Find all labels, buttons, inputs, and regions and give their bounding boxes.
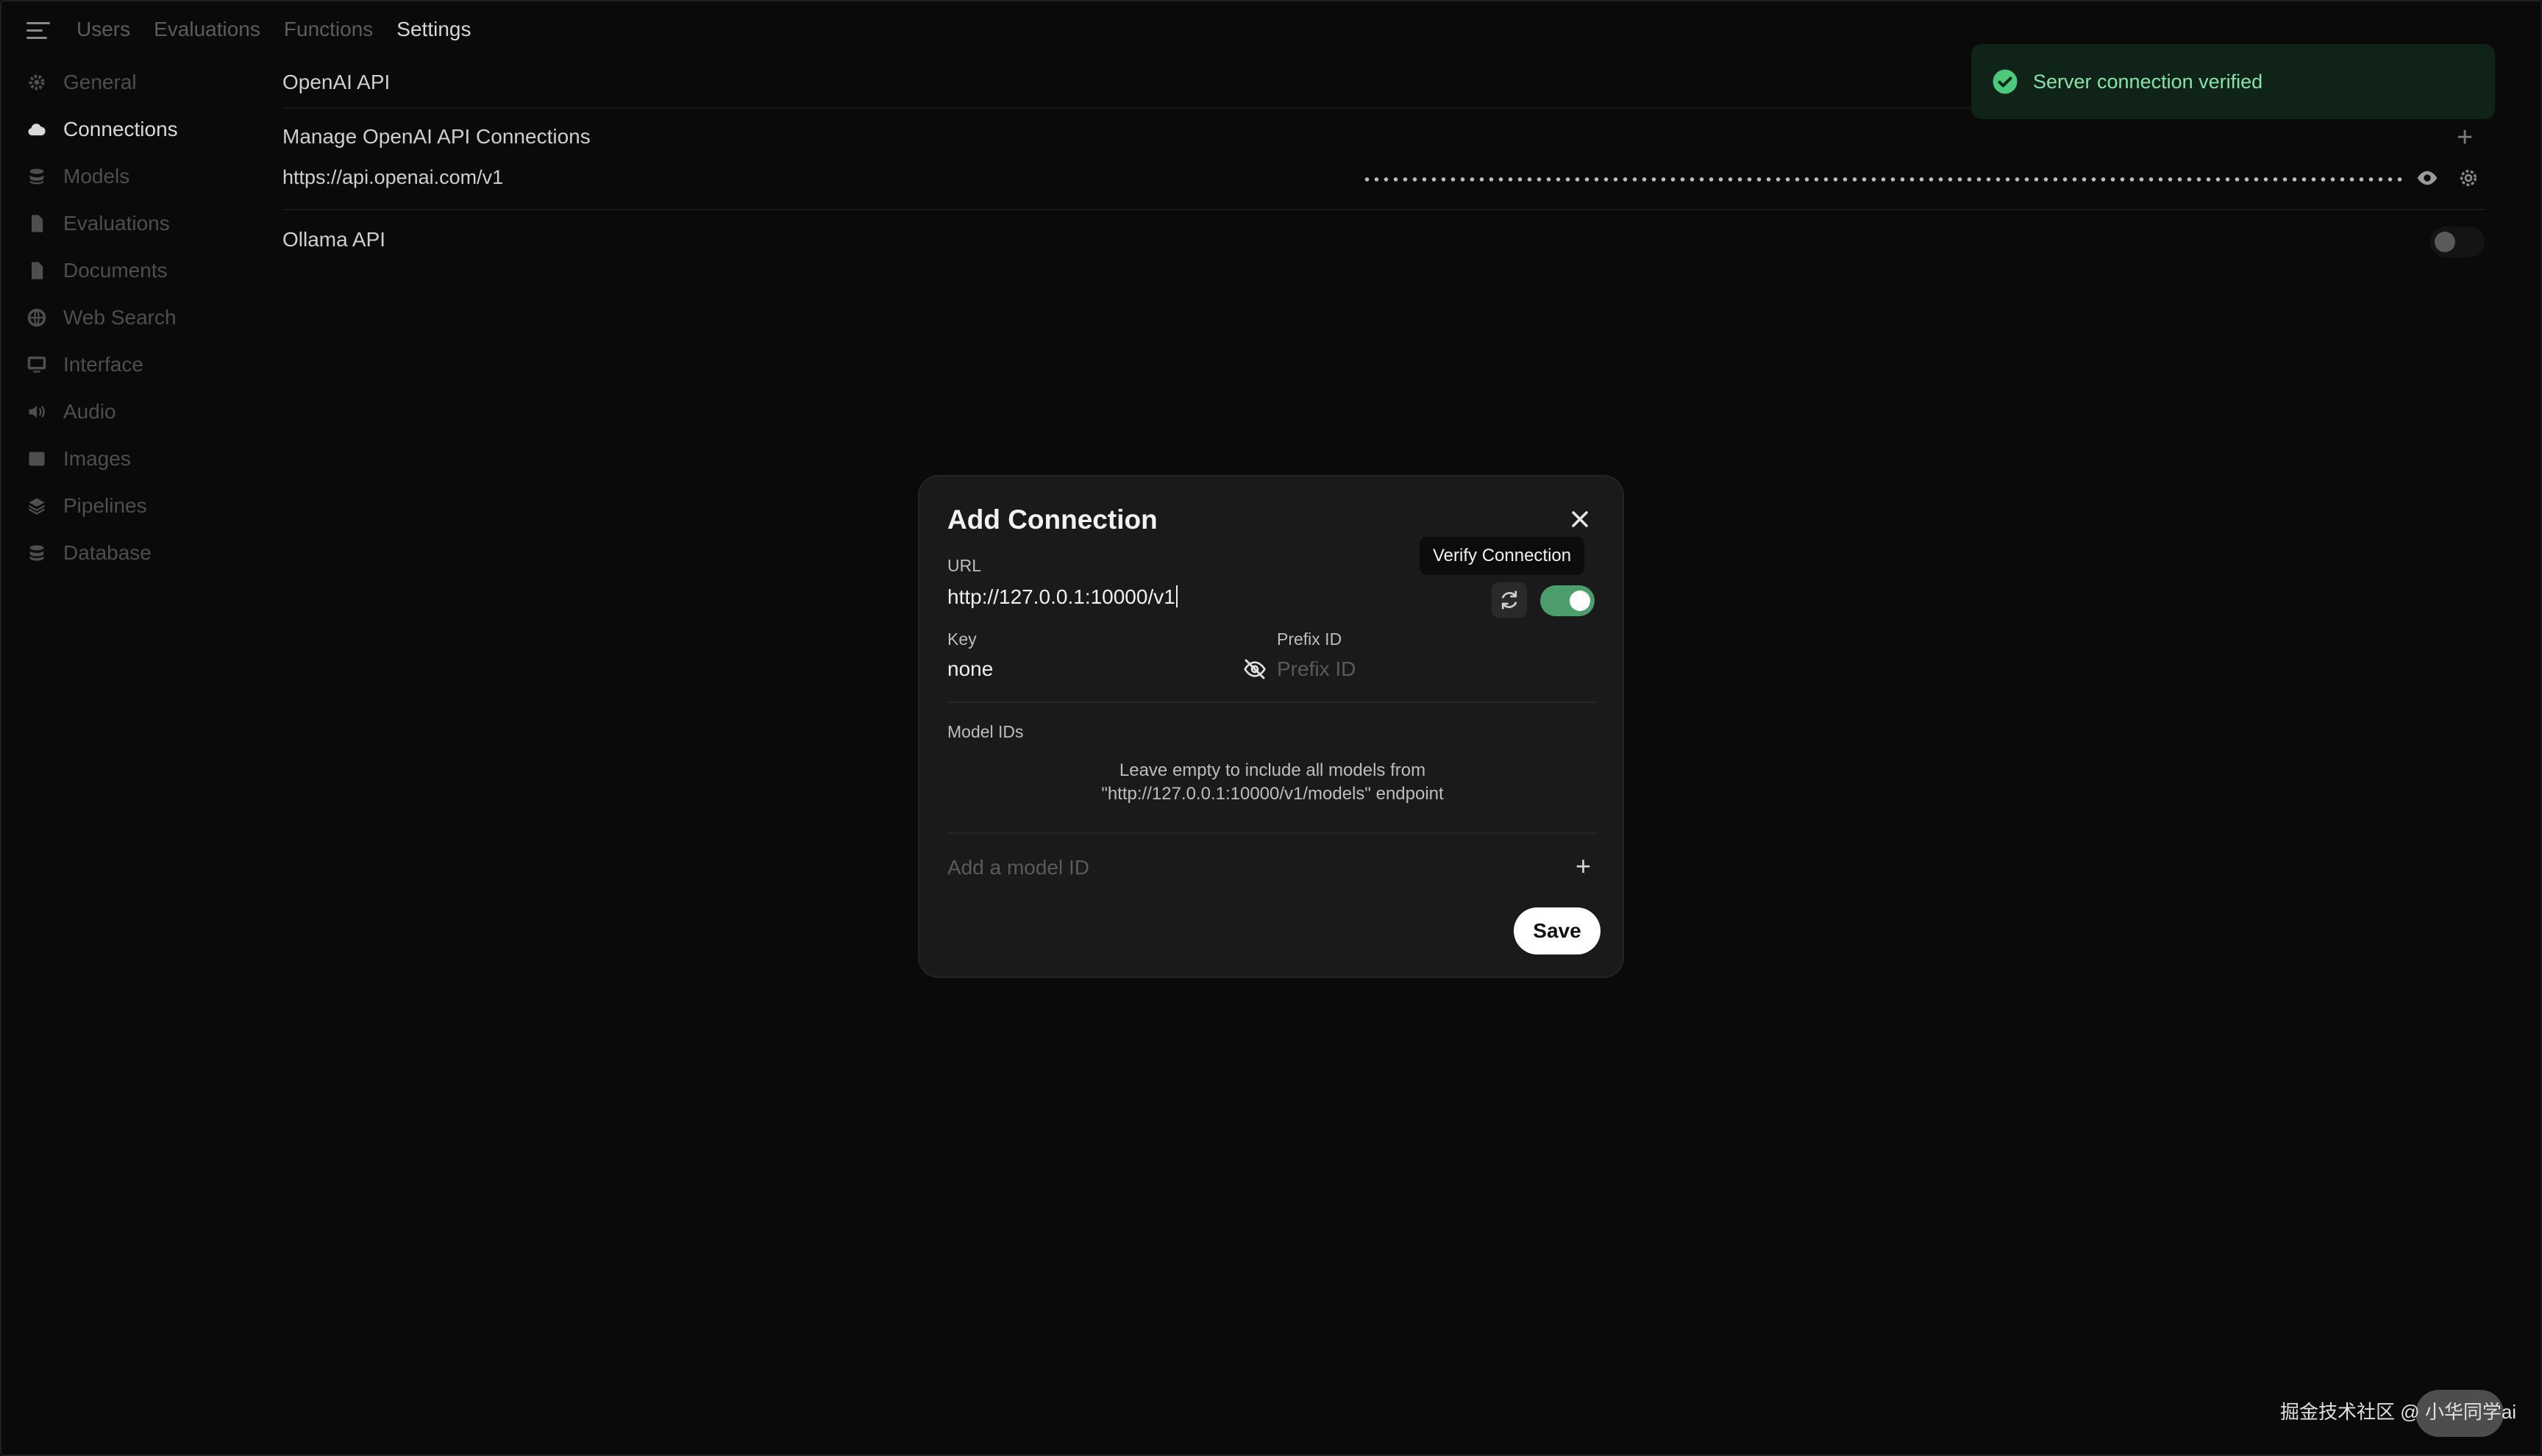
verify-connection-tooltip: Verify Connection xyxy=(1420,537,1585,575)
refresh-icon xyxy=(1501,590,1517,610)
prefix-id-input[interactable]: Prefix ID xyxy=(1277,657,1356,681)
document-icon xyxy=(32,262,43,279)
gear-icon xyxy=(29,74,45,90)
model-ids-label: Model IDs xyxy=(947,722,1024,741)
section-divider xyxy=(282,209,2486,210)
verify-connection-button[interactable] xyxy=(1492,582,1527,618)
layers-icon xyxy=(28,498,46,515)
ollama-api-toggle[interactable] xyxy=(2430,226,2485,257)
globe-icon xyxy=(27,308,46,327)
nav-functions[interactable]: Functions xyxy=(284,18,373,41)
nav-settings[interactable]: Settings xyxy=(396,18,471,41)
sidebar-item-label: Evaluations xyxy=(63,212,170,235)
image-icon xyxy=(29,452,45,466)
url-label: URL xyxy=(947,556,982,575)
sidebar-item-audio[interactable]: Audio xyxy=(26,388,247,435)
modal-title: Add Connection xyxy=(947,504,1158,535)
url-input[interactable]: http://127.0.0.1:10000/v1 xyxy=(947,585,1178,609)
modal-divider xyxy=(947,832,1598,834)
url-input-value: http://127.0.0.1:10000/v1 xyxy=(947,585,1175,608)
add-model-id-button[interactable]: + xyxy=(1576,853,1591,879)
save-button[interactable]: Save xyxy=(1514,907,1601,954)
settings-sidebar: General Connections Models Evaluations D… xyxy=(26,59,247,577)
toast-message: Server connection verified xyxy=(2033,70,2263,93)
sidebar-item-interface[interactable]: Interface xyxy=(26,341,247,388)
check-circle-icon xyxy=(1993,69,2018,94)
toast-notification: Server connection verified xyxy=(1971,44,2495,119)
sidebar-item-label: Images xyxy=(63,447,131,470)
sidebar-item-label: General xyxy=(63,71,137,93)
add-model-id-input[interactable]: Add a model ID xyxy=(947,856,1089,879)
key-label: Key xyxy=(947,629,977,649)
help-line-2: "http://127.0.0.1:10000/v1/models" endpo… xyxy=(1101,784,1444,804)
sidebar-item-label: Web Search xyxy=(63,306,177,329)
sidebar-item-models[interactable]: Models xyxy=(26,153,247,200)
key-input[interactable]: none xyxy=(947,657,993,681)
sidebar-item-label: Pipelines xyxy=(63,494,147,517)
sidebar-item-label: Database xyxy=(63,541,152,564)
sidebar-item-evaluations[interactable]: Evaluations xyxy=(26,200,247,247)
sidebar-item-general[interactable]: General xyxy=(26,59,247,106)
document-icon xyxy=(32,215,43,232)
database-icon xyxy=(29,545,44,561)
watermark-text: 掘金技术社区 @ 小华同学ai xyxy=(2280,1401,2517,1423)
api-key-masked[interactable] xyxy=(1362,177,2404,182)
nav-evaluations[interactable]: Evaluations xyxy=(154,18,260,41)
sidebar-item-pipelines[interactable]: Pipelines xyxy=(26,482,247,529)
modal-divider xyxy=(947,702,1598,703)
connection-enable-toggle[interactable] xyxy=(1540,585,1595,616)
speaker-icon xyxy=(29,405,45,418)
cube-stack-icon xyxy=(29,168,44,185)
sidebar-item-connections[interactable]: Connections xyxy=(26,106,247,153)
sidebar-item-images[interactable]: Images xyxy=(26,435,247,482)
eye-slash-icon[interactable] xyxy=(1243,657,1267,681)
add-connection-button[interactable]: + xyxy=(2457,124,2473,151)
top-nav: Users Evaluations Functions Settings xyxy=(76,18,471,41)
prefix-id-label: Prefix ID xyxy=(1277,629,1342,649)
gear-icon[interactable] xyxy=(2457,166,2480,190)
model-ids-help-text: Leave empty to include all models from "… xyxy=(947,759,1598,806)
manage-connections-title: Manage OpenAI API Connections xyxy=(282,125,591,148)
sidebar-item-label: Models xyxy=(63,165,130,188)
monitor-icon xyxy=(27,356,46,373)
sidebar-item-documents[interactable]: Documents xyxy=(26,247,247,294)
sidebar-item-label: Audio xyxy=(63,400,116,423)
sidebar-item-label: Documents xyxy=(63,259,168,282)
ollama-api-title: Ollama API xyxy=(282,228,386,251)
eye-icon[interactable] xyxy=(2415,166,2439,190)
connection-url[interactable]: https://api.openai.com/v1 xyxy=(282,166,503,189)
sidebar-item-label: Connections xyxy=(63,118,178,140)
nav-users[interactable]: Users xyxy=(76,18,130,41)
cloud-icon xyxy=(28,124,46,136)
close-icon[interactable] xyxy=(1567,506,1593,532)
sidebar-item-web-search[interactable]: Web Search xyxy=(26,294,247,341)
sidebar-item-database[interactable]: Database xyxy=(26,529,247,577)
text-caret xyxy=(1175,585,1178,607)
add-connection-modal: Add Connection URL http://127.0.0.1:1000… xyxy=(918,475,1624,978)
sidebar-item-label: Interface xyxy=(63,353,143,376)
openai-api-title: OpenAI API xyxy=(282,71,391,93)
help-line-1: Leave empty to include all models from xyxy=(1119,760,1426,780)
menu-icon[interactable] xyxy=(26,22,50,43)
